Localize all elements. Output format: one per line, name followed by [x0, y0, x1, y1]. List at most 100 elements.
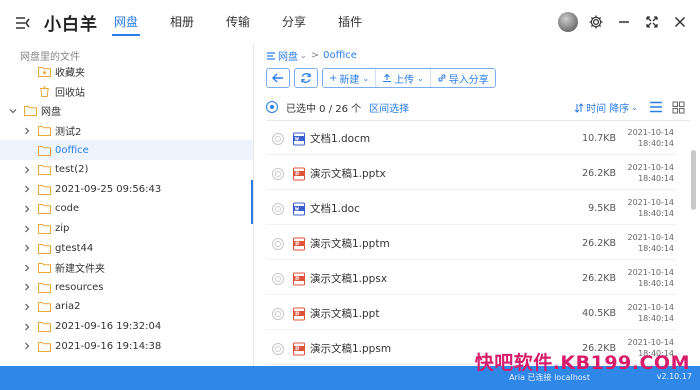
file-select-toggle[interactable]	[272, 237, 284, 250]
avatar[interactable]	[558, 12, 578, 32]
file-select-toggle[interactable]	[272, 132, 284, 145]
chevron-right-icon[interactable]	[22, 204, 32, 214]
sidebar-item[interactable]: code	[0, 199, 253, 219]
tab-share[interactable]: 分享	[266, 0, 322, 44]
sidebar-item[interactable]: 收藏夹	[0, 62, 253, 82]
file-modified-time: 2021-10-14 18:40:14	[626, 302, 675, 324]
main-tabs: 网盘 相册 传输 分享 插件	[98, 0, 378, 44]
file-date: 2021-10-14	[627, 268, 675, 277]
file-list-scrollbar[interactable]	[691, 150, 696, 210]
window-controls	[558, 12, 690, 32]
sidebar-item[interactable]: 回收站	[0, 82, 253, 102]
file-size: 9.5KB	[588, 203, 616, 214]
maximize-icon[interactable]	[642, 12, 662, 32]
link-icon	[437, 73, 447, 83]
powerpoint-file-icon	[292, 272, 306, 286]
sort-dropdown[interactable]: 时间 降序 ⌄	[574, 100, 638, 115]
upload-button[interactable]: 上传 ⌄	[376, 69, 431, 87]
file-name[interactable]: 文档1.doc	[310, 201, 360, 216]
select-all-toggle[interactable]	[266, 101, 278, 113]
chevron-down-icon[interactable]: ⌄	[300, 51, 307, 60]
file-size: 26.2KB	[582, 273, 616, 284]
watermark-text: 快吧软件.KB199.COM	[474, 352, 690, 374]
file-name[interactable]: 演示文稿1.pptx	[310, 166, 386, 181]
word-file-icon	[292, 132, 306, 146]
chevron-down-icon: ⌄	[362, 73, 370, 83]
refresh-button[interactable]	[294, 68, 318, 88]
chevron-right-icon[interactable]	[22, 341, 32, 351]
tab-plugins[interactable]: 插件	[322, 0, 378, 44]
grid-view-icon[interactable]	[670, 99, 686, 115]
file-select-toggle[interactable]	[272, 307, 284, 320]
file-row[interactable]: 文档1.doc 9.5KB 2021-10-14 18:40:14	[266, 193, 676, 225]
list-header-divider	[266, 120, 690, 121]
import-share-button[interactable]: 导入分享	[430, 69, 495, 87]
file-row[interactable]: 演示文稿1.ppt 40.5KB 2021-10-14 18:40:14	[266, 298, 676, 330]
sidebar-item[interactable]: 新建文件夹	[0, 258, 253, 278]
file-name[interactable]: 演示文稿1.ppt	[310, 306, 379, 321]
file-select-toggle[interactable]	[272, 272, 284, 285]
sidebar-item[interactable]: resources	[0, 278, 253, 298]
tab-pan[interactable]: 网盘	[98, 0, 154, 44]
close-icon[interactable]	[670, 12, 690, 32]
file-select-toggle[interactable]	[272, 342, 284, 355]
folder-icon	[38, 145, 51, 156]
range-select-link[interactable]: 区间选择	[369, 100, 409, 115]
chevron-right-icon[interactable]	[22, 302, 32, 312]
file-row[interactable]: 演示文稿1.pptx 26.2KB 2021-10-14 18:40:14	[266, 158, 676, 190]
list-view-icon[interactable]	[648, 99, 664, 115]
file-row[interactable]: 文档1.docm 10.7KB 2021-10-14 18:40:14	[266, 123, 676, 155]
sidebar-item-label: 回收站	[55, 87, 85, 99]
powerpoint-file-icon	[292, 237, 306, 251]
folder-icon	[38, 262, 51, 274]
file-row[interactable]: 演示文稿1.pptm 26.2KB 2021-10-14 18:40:14	[266, 228, 676, 260]
sidebar-item-label: 网盘	[41, 107, 61, 119]
powerpoint-file-icon	[292, 167, 306, 181]
folder-icon	[38, 125, 51, 137]
sidebar-item[interactable]: test(2)	[0, 160, 253, 180]
tab-album[interactable]: 相册	[154, 0, 210, 44]
file-name[interactable]: 演示文稿1.ppsm	[310, 341, 391, 356]
chevron-down-icon[interactable]	[8, 106, 18, 116]
chevron-right-icon[interactable]	[22, 165, 32, 175]
sidebar-item[interactable]: zip	[0, 219, 253, 239]
back-button[interactable]	[266, 68, 290, 88]
sidebar-item[interactable]: 测试2	[0, 121, 253, 141]
chevron-right-icon[interactable]	[22, 126, 32, 136]
chevron-right-icon[interactable]	[22, 322, 32, 332]
chevron-right-icon[interactable]	[22, 243, 32, 253]
folder-icon	[38, 243, 51, 254]
sidebar-item-label: 新建文件夹	[55, 264, 105, 276]
file-select-toggle[interactable]	[272, 167, 284, 180]
file-name[interactable]: 演示文稿1.ppsx	[310, 271, 387, 286]
file-time: 18:40:14	[638, 139, 674, 148]
breadcrumb-root[interactable]: 网盘	[278, 48, 298, 63]
chevron-right-icon[interactable]	[22, 282, 32, 292]
breadcrumb-current[interactable]: 0office	[323, 50, 357, 61]
file-select-toggle[interactable]	[272, 202, 284, 215]
new-button-label: 新建	[339, 74, 360, 86]
tab-transfer[interactable]: 传输	[210, 0, 266, 44]
file-modified-time: 2021-10-14 18:40:14	[626, 127, 675, 149]
file-row[interactable]: 演示文稿1.ppsx 26.2KB 2021-10-14 18:40:14	[266, 263, 676, 295]
sidebar-item[interactable]: gtest44	[0, 238, 253, 258]
chevron-right-icon[interactable]	[22, 263, 32, 273]
sidebar-item[interactable]: 2021-09-16 19:32:04	[0, 317, 253, 337]
panel-resize-handle[interactable]	[251, 180, 253, 224]
file-name[interactable]: 演示文稿1.pptm	[310, 236, 390, 251]
settings-gear-icon[interactable]	[586, 12, 606, 32]
sidebar-item[interactable]: 2021-09-25 09:56:43	[0, 180, 253, 200]
chevron-right-icon[interactable]	[22, 184, 32, 194]
menu-icon[interactable]	[14, 15, 34, 31]
chevron-down-icon: ⌄	[631, 103, 638, 112]
chevron-right-icon[interactable]	[22, 224, 32, 234]
file-name[interactable]: 文档1.docm	[310, 131, 370, 146]
new-button[interactable]: + 新建 ⌄	[323, 69, 377, 87]
minimize-icon[interactable]	[614, 12, 634, 32]
sidebar-item[interactable]: 2021-09-16 19:14:38	[0, 336, 253, 356]
sidebar-item[interactable]: 网盘	[0, 101, 253, 121]
sidebar-item[interactable]: aria2	[0, 297, 253, 317]
app-window: 小白羊 网盘 相册 传输 分享 插件 网盘里的文件 收藏夹 回收站网盘 测试2 …	[0, 0, 700, 390]
sidebar-item[interactable]: 0office	[0, 140, 253, 160]
star-folder-icon	[38, 66, 51, 78]
